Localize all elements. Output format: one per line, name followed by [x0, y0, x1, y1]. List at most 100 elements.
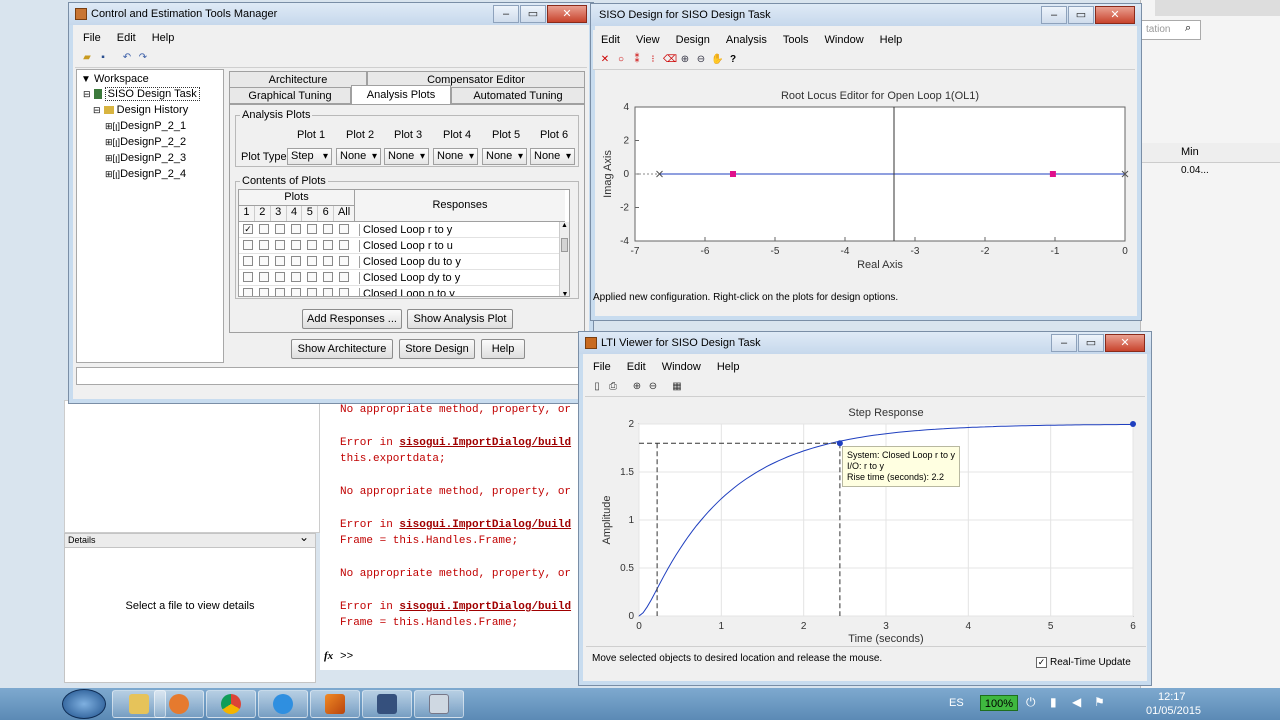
plot-checkbox[interactable]	[339, 288, 349, 296]
taskbar-simulink[interactable]	[362, 690, 412, 718]
redo-icon[interactable]: ↷	[137, 52, 149, 64]
plot-checkbox[interactable]	[259, 240, 269, 250]
tree-node-design[interactable]: ⊞[ꞁ]DesignP_2_3	[105, 152, 186, 164]
plot-checkbox[interactable]	[275, 240, 285, 250]
plot-type-select-3[interactable]: None	[384, 148, 429, 165]
plot-checkbox[interactable]	[323, 256, 333, 266]
taskbar-ie[interactable]	[258, 690, 308, 718]
tree-node-design[interactable]: ⊞[ꞁ]DesignP_2_4	[105, 168, 186, 180]
table-row[interactable]: Closed Loop du to y	[239, 254, 565, 270]
plot-config-icon[interactable]: ▦	[671, 381, 683, 393]
add-responses-button[interactable]: Add Responses ...	[302, 309, 402, 329]
plot-checkbox[interactable]	[323, 224, 333, 234]
taskbar-media[interactable]	[154, 690, 204, 718]
collapse-icon[interactable]: ⊟	[83, 89, 91, 99]
new-icon[interactable]: ▯	[591, 381, 603, 393]
plot-type-select-5[interactable]: None	[482, 148, 527, 165]
plot-checkbox[interactable]	[339, 256, 349, 266]
plot-checkbox[interactable]	[307, 288, 317, 296]
add-complex-zero-icon[interactable]: ⁝	[647, 54, 659, 66]
siso-titlebar[interactable]: SISO Design for SISO Design Task – ▭ ✕	[591, 4, 1141, 26]
menu-tools[interactable]: Tools	[775, 34, 817, 46]
plot-checkbox[interactable]	[291, 256, 301, 266]
plot-type-select-1[interactable]: Step	[287, 148, 332, 165]
zoom-out-icon[interactable]: ⊖	[695, 54, 707, 66]
table-scrollbar[interactable]: ▲ ▼	[559, 222, 569, 296]
tree-node-design[interactable]: ⊞[ꞁ]DesignP_2_1	[105, 120, 186, 132]
plot-checkbox[interactable]	[259, 256, 269, 266]
plot-checkbox[interactable]	[275, 256, 285, 266]
scroll-thumb[interactable]	[561, 238, 568, 252]
command-window[interactable]: No appropriate method, property, or Erro…	[320, 400, 585, 670]
plot-checkbox[interactable]	[323, 240, 333, 250]
search-icon[interactable]: ⌕	[1185, 22, 1191, 35]
minimize-icon[interactable]: –	[1041, 6, 1067, 24]
plot-checkbox[interactable]	[275, 224, 285, 234]
menu-edit[interactable]: Edit	[109, 32, 144, 44]
plot-checkbox[interactable]	[307, 240, 317, 250]
plot-checkbox[interactable]	[307, 272, 317, 282]
menu-help[interactable]: Help	[709, 361, 748, 373]
collapse-icon[interactable]: ⊟	[93, 105, 101, 115]
table-row[interactable]: Closed Loop n to y	[239, 286, 565, 296]
save-icon[interactable]: ▪	[97, 52, 109, 64]
minimize-icon[interactable]: –	[1051, 334, 1077, 352]
menu-file[interactable]: File	[585, 361, 619, 373]
error-link[interactable]: sisogui.ImportDialog/build	[399, 437, 571, 449]
plot-checkbox[interactable]	[339, 240, 349, 250]
menu-analysis[interactable]: Analysis	[718, 34, 775, 46]
fx-icon[interactable]: fx	[324, 650, 333, 662]
maximize-icon[interactable]: ▭	[1078, 334, 1104, 352]
table-row[interactable]: Closed Loop dy to y	[239, 270, 565, 286]
plot-checkbox[interactable]: ✓	[243, 224, 253, 234]
plot-checkbox[interactable]	[259, 224, 269, 234]
lti-titlebar[interactable]: LTI Viewer for SISO Design Task – ▭ ✕	[579, 332, 1151, 354]
root-locus-chart[interactable]: Root Locus Editor for Open Loop 1(OL1) -7…	[595, 71, 1137, 294]
language-indicator[interactable]: ES	[949, 697, 964, 709]
clock-time[interactable]: 12:17	[1158, 691, 1186, 703]
plot-checkbox[interactable]	[291, 288, 301, 296]
minimize-icon[interactable]: –	[493, 5, 519, 23]
close-icon[interactable]: ✕	[1105, 334, 1145, 352]
expand-icon[interactable]: ⊞	[105, 137, 113, 147]
table-row[interactable]: ✓ Closed Loop r to y	[239, 222, 565, 238]
zoom-in-icon[interactable]: ⊕	[631, 381, 643, 393]
plot-checkbox[interactable]	[339, 224, 349, 234]
context-help-icon[interactable]: ?	[727, 54, 739, 66]
menu-edit[interactable]: Edit	[619, 361, 654, 373]
menu-design[interactable]: Design	[668, 34, 718, 46]
menu-window[interactable]: Window	[654, 361, 709, 373]
show-architecture-button[interactable]: Show Architecture	[291, 339, 393, 359]
expand-icon[interactable]: ⊞	[105, 169, 113, 179]
network-icon[interactable]: ▮	[1050, 695, 1057, 709]
menu-file[interactable]: File	[75, 32, 109, 44]
zoom-in-icon[interactable]: ⊕	[679, 54, 691, 66]
scroll-up-icon[interactable]: ▲	[560, 222, 569, 229]
menu-window[interactable]: Window	[817, 34, 872, 46]
taskbar-calculator[interactable]	[414, 690, 464, 718]
ctm-titlebar[interactable]: Control and Estimation Tools Manager – ▭…	[69, 3, 593, 25]
show-analysis-plot-button[interactable]: Show Analysis Plot	[407, 309, 513, 329]
tab-graphical-tuning[interactable]: Graphical Tuning	[229, 87, 351, 104]
battery-indicator[interactable]: 100%	[980, 695, 1018, 711]
print-icon[interactable]: ⎙	[607, 381, 619, 393]
store-design-button[interactable]: Store Design	[399, 339, 475, 359]
plot-checkbox[interactable]	[323, 288, 333, 296]
delete-pole-zero-icon[interactable]: ⌫	[663, 54, 677, 66]
open-folder-icon[interactable]: ▰	[81, 52, 93, 64]
add-zero-icon[interactable]: ○	[615, 54, 627, 66]
add-complex-pole-icon[interactable]: ⁑	[631, 54, 643, 66]
plot-type-select-2[interactable]: None	[336, 148, 381, 165]
plot-checkbox[interactable]	[243, 288, 253, 296]
expand-icon[interactable]: ⊞	[105, 153, 113, 163]
tree-node-design-history[interactable]: ⊟ Design History	[93, 104, 188, 116]
zoom-out-icon[interactable]: ⊖	[647, 381, 659, 393]
tree-node-siso-task[interactable]: ⊟ SISO Design Task	[83, 87, 200, 101]
plot-checkbox[interactable]	[243, 256, 253, 266]
power-icon[interactable]: ⏻	[1026, 695, 1036, 710]
flag-icon[interactable]: ⚑	[1094, 695, 1105, 709]
maximize-icon[interactable]: ▭	[1068, 6, 1094, 24]
plot-checkbox[interactable]	[275, 272, 285, 282]
menu-view[interactable]: View	[628, 34, 668, 46]
help-button[interactable]: Help	[481, 339, 525, 359]
